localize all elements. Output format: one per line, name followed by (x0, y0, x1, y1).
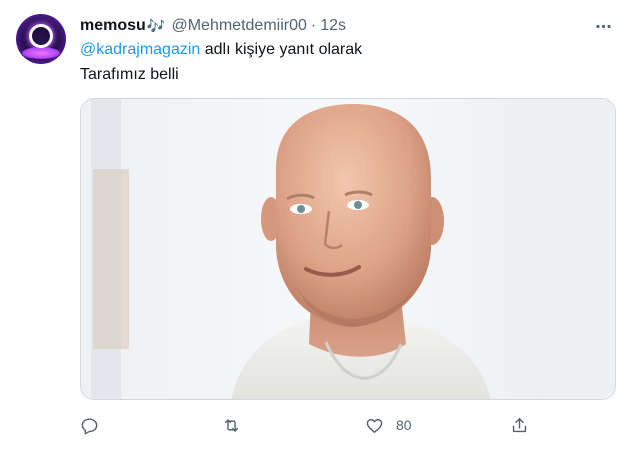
music-notes-icon: 🎶 (146, 18, 166, 35)
photo-image (81, 99, 615, 399)
timestamp[interactable]: 12s (320, 17, 346, 35)
reply-context: @kadrajmagazin adlı kişiye yanıt olarak (80, 41, 362, 59)
tweet-card[interactable]: memosu 🎶 @Mehmetdemiir00 · 12s @kadrajma… (0, 0, 635, 449)
more-options-button[interactable] (591, 14, 615, 38)
dot-separator: · (310, 17, 317, 34)
tweet-actions: 80 (80, 412, 616, 438)
retweet-button[interactable] (222, 412, 253, 438)
share-icon (512, 417, 527, 432)
reply-context-text: adlı kişiye yanıt olarak (200, 41, 363, 58)
reply-mention-link[interactable]: @kadrajmagazin (80, 41, 200, 58)
reply-button[interactable] (80, 412, 111, 438)
like-count: 80 (396, 417, 412, 433)
avatar-ring (29, 24, 53, 48)
more-icon (595, 24, 611, 28)
tweet-text: Tarafımız belli (80, 66, 179, 83)
user-handle[interactable]: @Mehmetdemiir00 (171, 17, 306, 35)
display-name[interactable]: memosu (80, 17, 146, 35)
heart-icon (366, 418, 383, 433)
avatar[interactable] (16, 14, 66, 64)
tweet-header: memosu 🎶 @Mehmetdemiir00 · 12s (80, 15, 346, 37)
share-button[interactable] (510, 412, 541, 438)
tweet-photo[interactable] (80, 98, 616, 400)
like-button[interactable]: 80 (365, 412, 412, 438)
retweet-icon (224, 418, 239, 432)
avatar-glow (22, 47, 60, 59)
reply-icon (81, 417, 98, 435)
